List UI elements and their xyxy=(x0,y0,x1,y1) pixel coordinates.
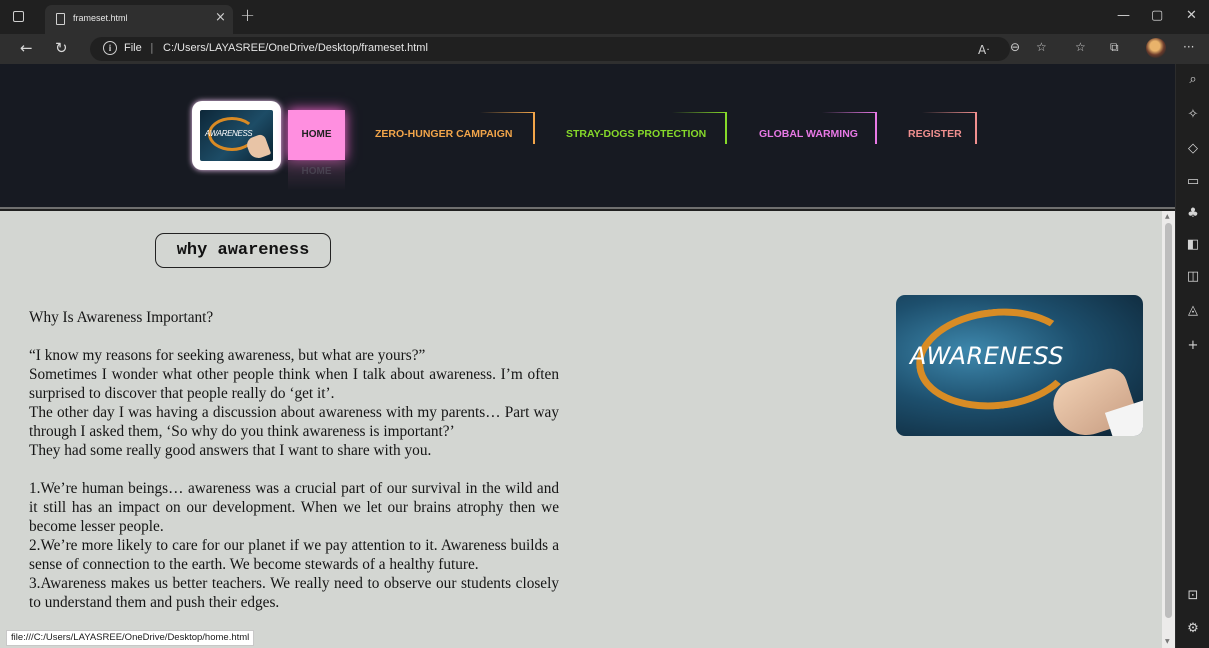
add-favorite-icon[interactable]: ☆ xyxy=(1036,40,1047,54)
outlook-icon[interactable]: ◫ xyxy=(1185,269,1201,285)
site-logo[interactable]: AWARENESS xyxy=(192,101,281,170)
hide-sidebar-icon[interactable]: ⊡ xyxy=(1185,588,1201,604)
tab-close-button[interactable]: × xyxy=(215,10,226,25)
sidebar-settings-icon[interactable]: ⚙ xyxy=(1185,621,1201,637)
browser-title-bar: frameset.html × + — ▢ ✕ xyxy=(0,0,1209,34)
page-title: why awareness xyxy=(155,233,331,268)
browser-toolbar: ← ↻ i File | C:/Users/LAYASREE/OneDrive/… xyxy=(0,34,1209,64)
nav-stray-dogs-protection[interactable]: STRAY-DOGS PROTECTION xyxy=(566,128,706,140)
nav-divider xyxy=(975,112,977,144)
nav-divider xyxy=(480,112,534,113)
nav-global-warming[interactable]: GLOBAL WARMING xyxy=(759,128,858,140)
collections-icon[interactable]: ⧉ xyxy=(1110,40,1119,55)
add-sidebar-app-icon[interactable]: + xyxy=(1185,338,1201,354)
office-icon[interactable]: ◧ xyxy=(1185,237,1201,253)
tools-briefcase-icon[interactable]: ▭ xyxy=(1185,174,1201,190)
profile-avatar[interactable] xyxy=(1146,38,1166,58)
nav-divider xyxy=(922,112,976,113)
article-heading: Why Is Awareness Important? xyxy=(29,309,214,326)
article-paragraph: They had some really good answers that I… xyxy=(29,442,432,459)
close-window-icon[interactable]: ✕ xyxy=(1186,8,1197,23)
info-icon[interactable]: i xyxy=(103,41,117,55)
status-url-tooltip: file:///C:/Users/LAYASREE/OneDrive/Deskt… xyxy=(6,630,255,646)
document-icon xyxy=(56,13,65,25)
main-content-frame[interactable]: why awareness Why Is Awareness Important… xyxy=(0,211,1162,648)
more-menu-icon[interactable]: ··· xyxy=(1183,40,1194,54)
tab-title: frameset.html xyxy=(73,13,128,23)
address-url[interactable]: C:/Users/LAYASREE/OneDrive/Desktop/frame… xyxy=(163,42,428,54)
article-paragraph: 2.We’re more likely to care for our plan… xyxy=(29,537,559,573)
nav-divider xyxy=(533,112,535,144)
back-icon[interactable]: ← xyxy=(20,39,33,57)
article-paragraph: Sometimes I wonder what other people thi… xyxy=(29,366,559,402)
zoom-icon[interactable]: ⊖ xyxy=(1010,40,1020,54)
nav-divider xyxy=(875,112,877,144)
tab-actions-icon[interactable] xyxy=(13,11,24,22)
refresh-icon[interactable]: ↻ xyxy=(55,39,68,57)
awareness-image: AWARENESS xyxy=(896,295,1143,436)
scroll-down-icon[interactable]: ▼ xyxy=(1165,638,1170,645)
search-icon[interactable]: ⌕ xyxy=(1185,72,1201,88)
browser-sidebar: ⌕ ✧ ◇ ▭ ♣ ◧ ◫ ◬ + ⊡ ⚙ xyxy=(1175,64,1209,648)
content-scrollbar[interactable]: ▲ ▼ xyxy=(1162,211,1175,648)
article-paragraph: 3.Awareness makes us better teachers. We… xyxy=(29,575,559,611)
logo-image: AWARENESS xyxy=(200,110,273,161)
address-bar[interactable]: i File | C:/Users/LAYASREE/OneDrive/Desk… xyxy=(90,37,1010,61)
shopping-tag-icon[interactable]: ◇ xyxy=(1185,141,1201,157)
address-scheme: File xyxy=(124,42,142,54)
browser-tab[interactable]: frameset.html × xyxy=(45,5,233,34)
read-aloud-icon[interactable]: Aᐧ xyxy=(978,43,989,57)
minimize-icon[interactable]: — xyxy=(1117,8,1130,23)
article-paragraph: 1.We’re human beings… awareness was a cr… xyxy=(29,480,559,535)
article-paragraph: The other day I was having a discussion … xyxy=(29,404,559,440)
nav-home[interactable]: HOME xyxy=(288,110,345,160)
nav-divider xyxy=(725,112,727,144)
copilot-icon[interactable]: ✧ xyxy=(1185,107,1201,123)
games-icon[interactable]: ♣ xyxy=(1185,206,1201,222)
site-header-frame: AWARENESS HOME HOME ZERO-HUNGER CAMPAIGN… xyxy=(0,64,1175,209)
scrollbar-thumb[interactable] xyxy=(1165,223,1172,618)
scroll-up-icon[interactable]: ▲ xyxy=(1165,213,1170,220)
restore-icon[interactable]: ▢ xyxy=(1151,8,1163,23)
address-separator: | xyxy=(150,41,154,54)
favorites-icon[interactable]: ☆ xyxy=(1075,40,1086,54)
logo-text: AWARENESS xyxy=(205,129,253,138)
drop-icon[interactable]: ◬ xyxy=(1185,303,1201,319)
article-text: Why Is Awareness Important? “I know my r… xyxy=(29,308,559,612)
nav-home-reflection: HOME xyxy=(288,161,345,191)
nav-divider xyxy=(672,112,726,113)
nav-register[interactable]: REGISTER xyxy=(908,128,962,140)
nav-divider xyxy=(822,112,876,113)
awareness-image-text: AWARENESS xyxy=(910,342,1065,370)
nav-zero-hunger-campaign[interactable]: ZERO-HUNGER CAMPAIGN xyxy=(375,128,512,140)
article-paragraph: “I know my reasons for seeking awareness… xyxy=(29,347,426,364)
new-tab-button[interactable]: + xyxy=(240,5,255,26)
